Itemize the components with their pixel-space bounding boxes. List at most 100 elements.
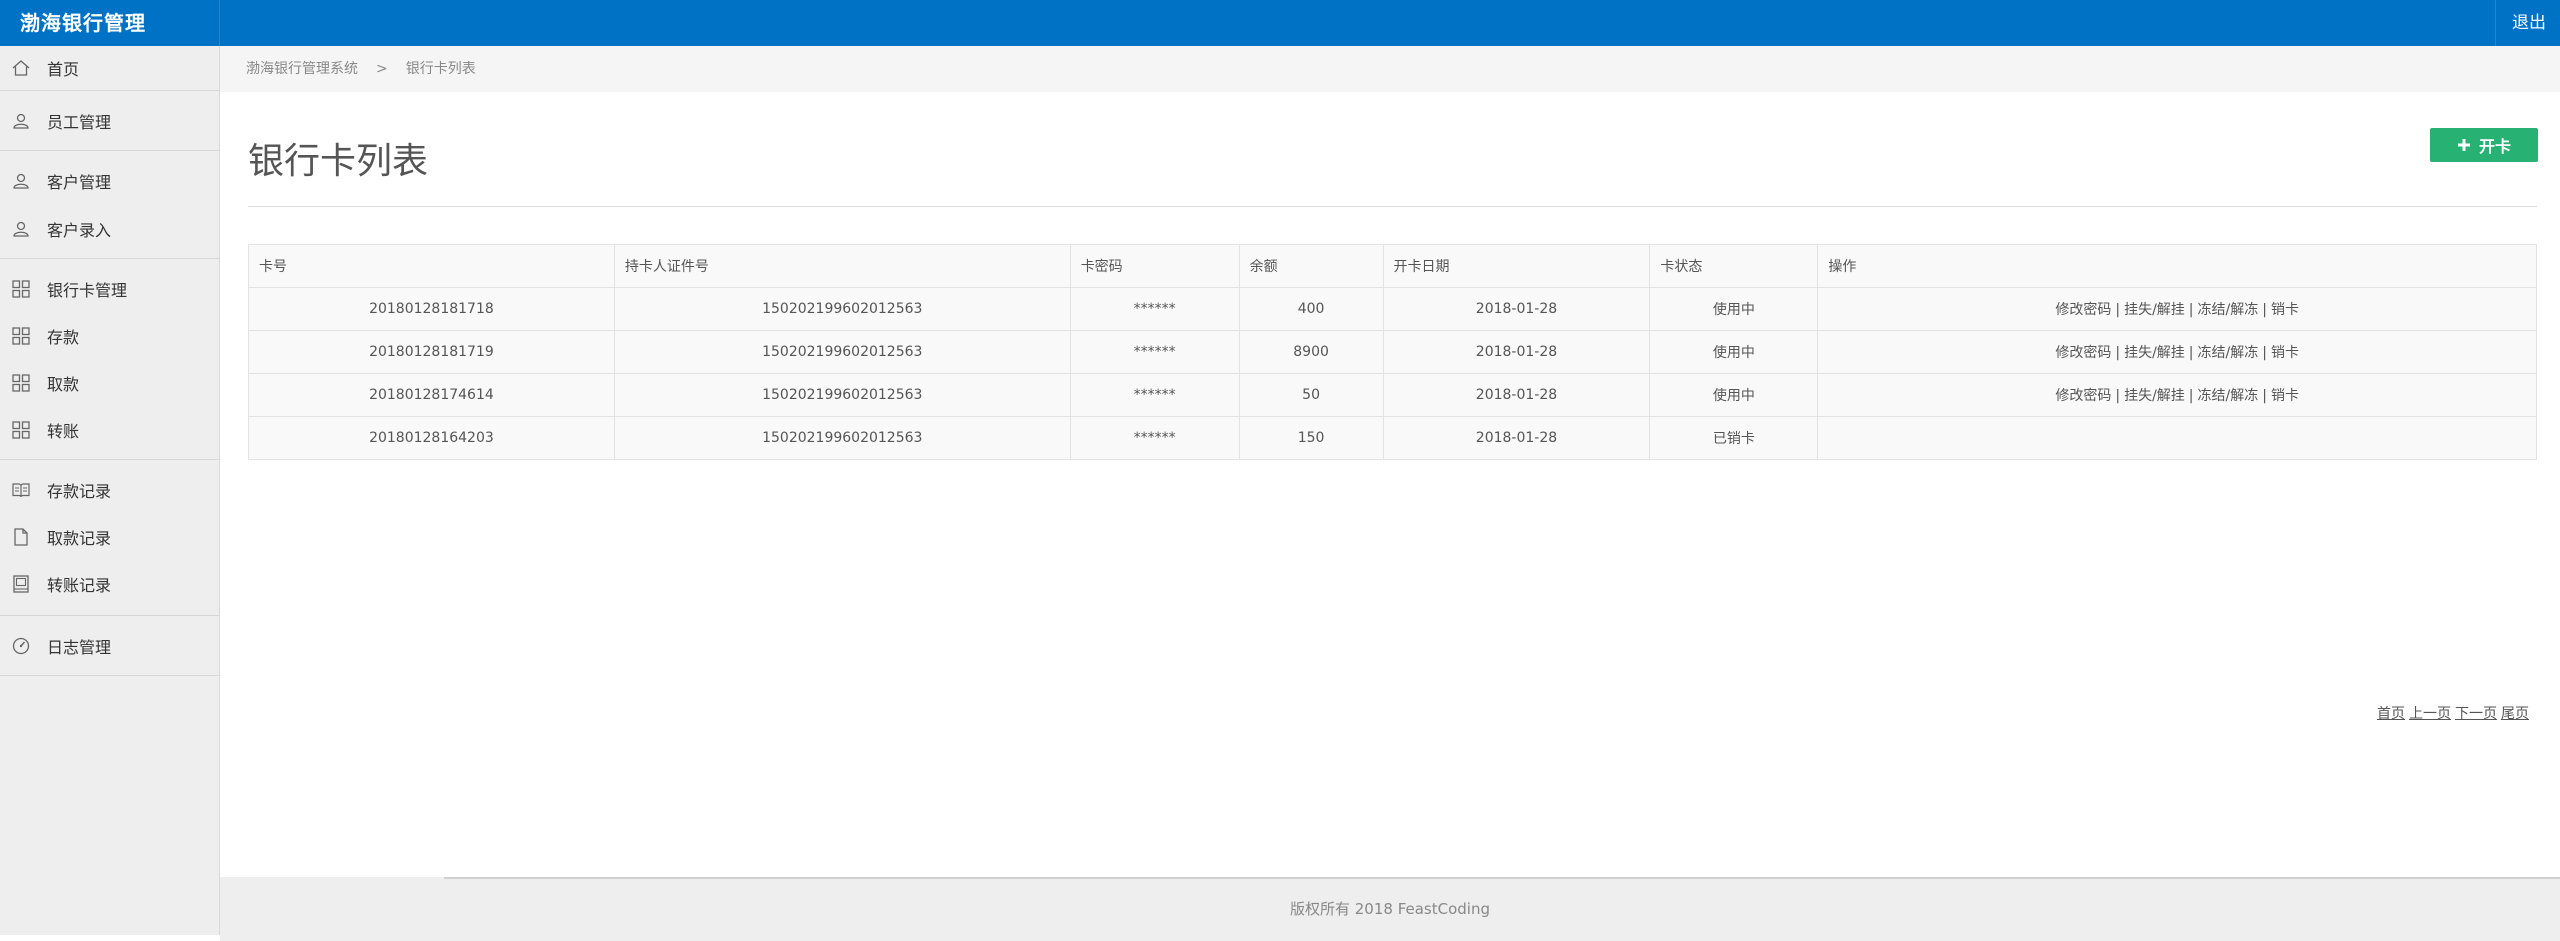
sidebar-item-home[interactable]: 首页: [0, 46, 219, 90]
grid-icon: [11, 326, 31, 346]
logout-divider: [2495, 0, 2496, 46]
gauge-icon: [11, 636, 31, 656]
ledger-icon: [11, 574, 31, 594]
sidebar-item-deposit[interactable]: 存款: [0, 314, 219, 358]
sidebar-item-label: 转账记录: [47, 576, 112, 595]
balance: 50: [1238, 373, 1384, 417]
change-password-link[interactable]: 修改密码: [2055, 345, 2111, 361]
title-divider: [248, 206, 2537, 207]
holder-id: 150202199602012563: [613, 373, 1071, 417]
action-separator: |: [2115, 345, 2121, 361]
home-icon: [11, 58, 31, 78]
sidebar-item-label: 存款: [47, 328, 80, 347]
action-separator: |: [2262, 388, 2267, 404]
freeze-link[interactable]: 冻结/解冻: [2198, 345, 2259, 361]
open-card-button[interactable]: 开卡: [2430, 128, 2538, 162]
action-separator: |: [2262, 302, 2267, 318]
user-icon: [11, 219, 31, 239]
column-header-password: 卡密码: [1069, 244, 1240, 288]
breadcrumb-current: 银行卡列表: [405, 61, 476, 77]
action-separator: |: [2115, 302, 2121, 318]
sidebar-item-deposit-records[interactable]: 存款记录: [0, 468, 219, 512]
row-actions: 修改密码 | 挂失/解挂 | 冻结/解冻 | 销卡: [1817, 330, 2537, 374]
breadcrumb-root[interactable]: 渤海银行管理系统: [246, 61, 358, 77]
card-password: ******: [1069, 330, 1240, 374]
freeze-link[interactable]: 冻结/解冻: [2198, 302, 2259, 318]
card-number: 20180128174614: [248, 373, 615, 417]
sidebar: 首页 员工管理 客户管理 客户录入 银行卡管理 存款 取款 转账 存款记录 取款…: [0, 46, 220, 935]
sidebar-item-staff[interactable]: 员工管理: [0, 99, 219, 143]
action-separator: |: [2188, 302, 2194, 318]
card-number: 20180128164203: [248, 416, 615, 460]
action-separator: |: [2115, 388, 2121, 404]
pager-next[interactable]: 下一页: [2455, 706, 2497, 722]
sidebar-item-label: 转账: [47, 422, 80, 441]
page-title: 银行卡列表: [248, 141, 429, 182]
table-header-row: 卡号 持卡人证件号 卡密码 余额 开卡日期 卡状态 操作: [248, 244, 2537, 288]
app-title: 渤海银行管理: [20, 11, 146, 35]
open-date: 2018-01-28: [1382, 373, 1651, 417]
sidebar-item-label: 存款记录: [47, 482, 112, 501]
report-loss-link[interactable]: 挂失/解挂: [2124, 388, 2185, 404]
sidebar-divider: [0, 258, 219, 259]
sidebar-item-label: 客户管理: [47, 173, 112, 192]
sidebar-item-customers[interactable]: 客户管理: [0, 159, 219, 203]
file-icon: [11, 527, 31, 547]
grid-icon: [11, 279, 31, 299]
table-row: 20180128181718 150202199602012563 ******…: [248, 287, 2537, 331]
sidebar-item-label: 取款: [47, 375, 80, 394]
change-password-link[interactable]: 修改密码: [2055, 302, 2111, 318]
sidebar-divider: [0, 90, 219, 91]
pagination: 首页 上一页 下一页 尾页: [2373, 703, 2529, 723]
grid-icon: [11, 373, 31, 393]
book-icon: [11, 480, 31, 500]
sidebar-item-logs[interactable]: 日志管理: [0, 624, 219, 668]
sidebar-item-transfer[interactable]: 转账: [0, 408, 219, 452]
row-actions: 修改密码 | 挂失/解挂 | 冻结/解冻 | 销卡: [1817, 373, 2537, 417]
topbar-divider: [219, 0, 220, 46]
sidebar-item-label: 客户录入: [47, 221, 112, 240]
card-number: 20180128181718: [248, 287, 615, 331]
sidebar-item-label: 首页: [47, 60, 80, 79]
logout-button[interactable]: 退出: [2512, 0, 2546, 46]
action-separator: |: [2188, 388, 2194, 404]
grid-icon: [11, 420, 31, 440]
balance: 150: [1238, 416, 1384, 460]
sidebar-divider: [0, 459, 219, 460]
card-status: 使用中: [1649, 330, 1819, 374]
sidebar-item-cards[interactable]: 银行卡管理: [0, 267, 219, 311]
top-bar: 渤海银行管理 退出: [0, 0, 2560, 46]
column-header-open-date: 开卡日期: [1382, 244, 1651, 288]
sidebar-item-label: 取款记录: [47, 529, 112, 548]
pager-prev[interactable]: 上一页: [2409, 706, 2451, 722]
card-password: ******: [1069, 287, 1240, 331]
footer-divider: [444, 877, 2560, 879]
holder-id: 150202199602012563: [613, 330, 1071, 374]
row-actions: [1817, 416, 2537, 460]
pager-first[interactable]: 首页: [2377, 706, 2405, 722]
pager-last[interactable]: 尾页: [2501, 706, 2529, 722]
sidebar-item-withdraw-records[interactable]: 取款记录: [0, 515, 219, 559]
column-header-balance: 余额: [1238, 244, 1384, 288]
cancel-card-link[interactable]: 销卡: [2271, 302, 2299, 318]
open-date: 2018-01-28: [1382, 330, 1651, 374]
freeze-link[interactable]: 冻结/解冻: [2198, 388, 2259, 404]
sidebar-divider: [0, 675, 219, 676]
column-header-actions: 操作: [1817, 244, 2537, 288]
change-password-link[interactable]: 修改密码: [2055, 388, 2111, 404]
table-row: 20180128181719 150202199602012563 ******…: [248, 330, 2537, 374]
sidebar-item-customer-entry[interactable]: 客户录入: [0, 207, 219, 251]
cancel-card-link[interactable]: 销卡: [2271, 345, 2299, 361]
table-row: 20180128174614 150202199602012563 ******…: [248, 373, 2537, 417]
sidebar-item-transfer-records[interactable]: 转账记录: [0, 562, 219, 606]
breadcrumb-separator: >: [376, 61, 388, 77]
sidebar-divider: [0, 150, 219, 151]
user-icon: [11, 171, 31, 191]
sidebar-item-withdraw[interactable]: 取款: [0, 361, 219, 405]
cancel-card-link[interactable]: 销卡: [2271, 388, 2299, 404]
column-header-card-no: 卡号: [248, 244, 615, 288]
report-loss-link[interactable]: 挂失/解挂: [2124, 345, 2185, 361]
card-status: 已销卡: [1649, 416, 1819, 460]
report-loss-link[interactable]: 挂失/解挂: [2124, 302, 2185, 318]
card-status: 使用中: [1649, 373, 1819, 417]
